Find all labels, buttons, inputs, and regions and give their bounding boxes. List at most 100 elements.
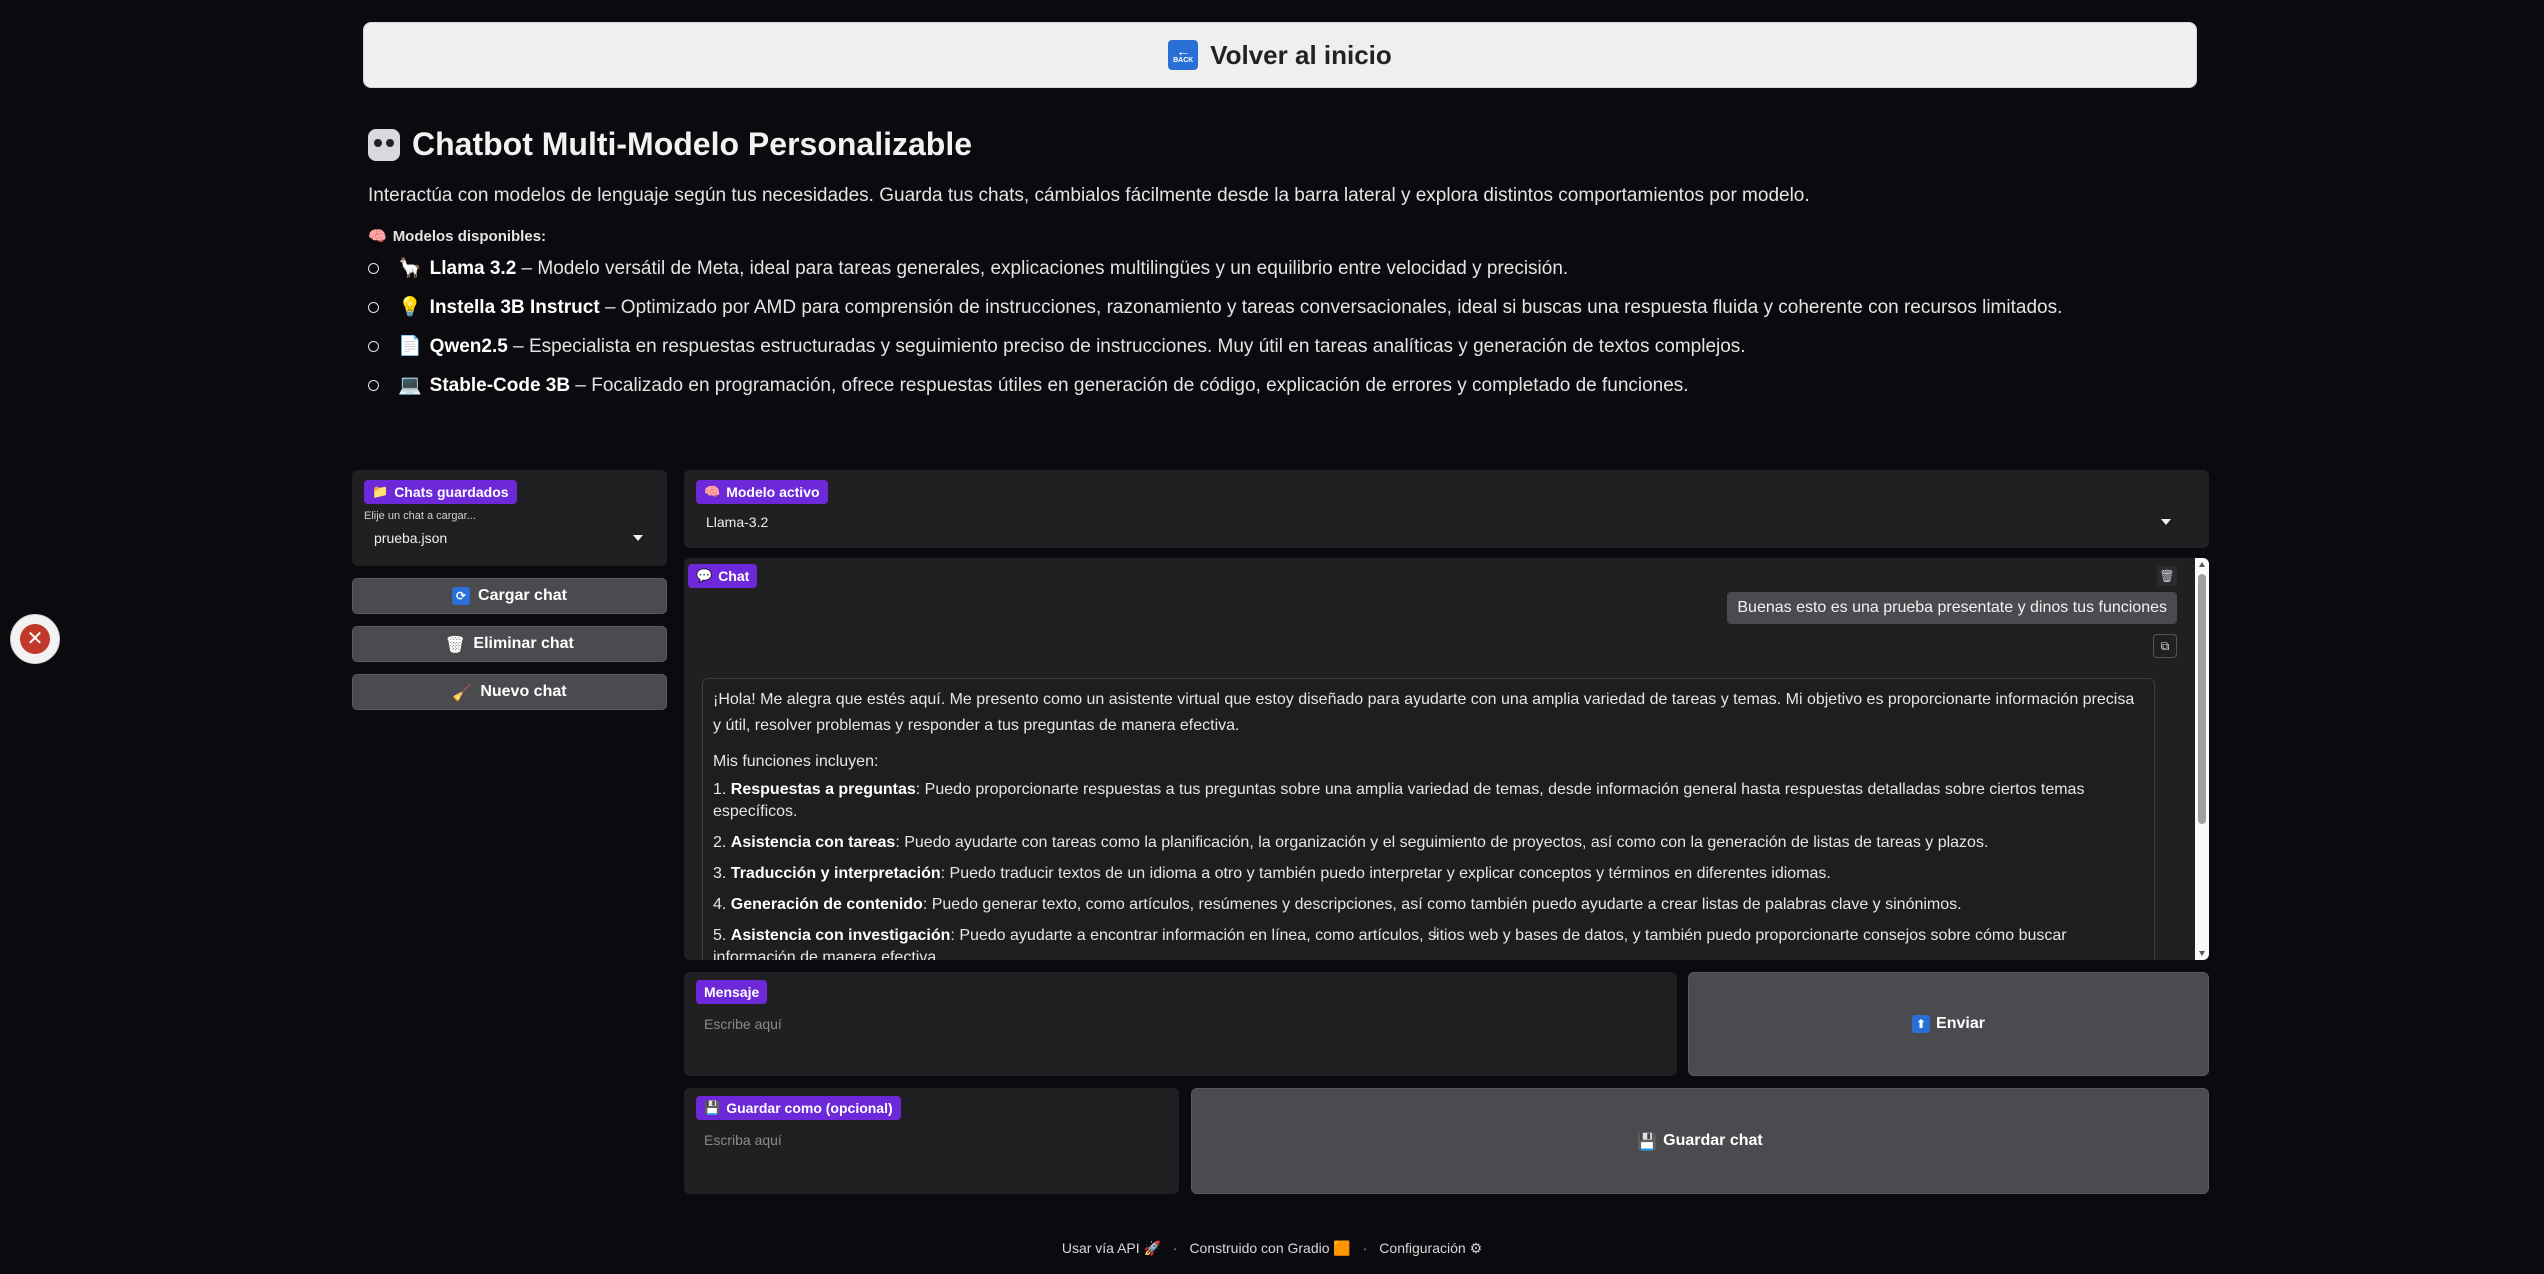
function-num: 4. <box>713 896 731 913</box>
delete-chat-button[interactable]: 🗑 Eliminar chat <box>352 626 667 662</box>
scroll-thumb[interactable] <box>2198 574 2206 824</box>
function-item: 5. Asistencia con investigación: Puedo a… <box>713 925 2144 960</box>
model-item-stable-code: 💻 Stable-Code 3B – Focalizado en programa… <box>368 370 2268 409</box>
lightbulb-icon: 💡 <box>398 296 422 318</box>
footer: Usar vía API 🚀 · Construido con Gradio 🟧… <box>0 1240 2544 1257</box>
chat-bubble-icon: 💬 <box>696 568 713 584</box>
separator: · <box>1362 1240 1368 1256</box>
model-item-instella: 💡 Instella 3B Instruct – Optimizado por A… <box>368 292 2268 331</box>
saved-chats-value: prueba.json <box>374 530 448 546</box>
delete-chat-label: Eliminar chat <box>473 635 574 652</box>
active-model-panel: 🧠 Modelo activo Llama-3.2 <box>684 470 2209 548</box>
use-api-link[interactable]: Usar vía API 🚀 <box>1062 1240 1161 1257</box>
function-item: 1. Respuestas a preguntas: Puedo proporc… <box>713 779 2144 823</box>
message-panel: Mensaje <box>684 972 1677 1076</box>
function-text: : Puedo traducir textos de un idioma a o… <box>940 865 1831 882</box>
close-icon: ✕ <box>20 624 50 654</box>
back-arrow-icon: ← BACK <box>1168 40 1199 70</box>
model-desc: – Optimizado por AMD para comprensión de… <box>599 297 2063 318</box>
llama-icon: 🦙 <box>398 257 422 279</box>
model-desc: – Focalizado en programación, ofrece res… <box>570 375 1689 396</box>
rocket-icon: 🚀 <box>1143 1241 1161 1257</box>
saved-chats-hint: Elije un chat a cargar... <box>364 510 476 522</box>
settings-text: Configuración <box>1379 1240 1466 1256</box>
gradio-logo-icon: 🟧 <box>1333 1241 1351 1257</box>
save-chat-button[interactable]: 💾 Guardar chat <box>1191 1088 2209 1194</box>
function-num: 5. <box>713 927 731 944</box>
function-text: : Puedo ayudarte con tareas como la plan… <box>895 834 1989 851</box>
page-title-text: Chatbot Multi-Modelo Personalizable <box>412 126 973 162</box>
active-model-label-text: Modelo activo <box>726 484 820 500</box>
page-title: Chatbot Multi-Modelo Personalizable <box>368 126 2268 163</box>
function-item: 4. Generación de contenido: Puedo genera… <box>713 894 2144 916</box>
chat-label: 💬 Chat <box>688 564 758 588</box>
function-title: Generación de contenido <box>730 896 923 913</box>
model-dropdown[interactable]: Llama-3.2 <box>696 514 2197 530</box>
save-as-label-text: Guardar como (opcional) <box>726 1100 893 1116</box>
send-button[interactable]: ⬆ Enviar <box>1688 972 2209 1076</box>
up-arrow-icon: ⬆ <box>1912 1015 1931 1033</box>
load-chat-label: Cargar chat <box>478 587 567 604</box>
chat-scrollbar[interactable] <box>2195 558 2209 960</box>
models-heading: 🧠 Modelos disponibles: <box>368 227 2268 245</box>
user-message: Buenas esto es una prueba presentate y d… <box>1727 592 2177 624</box>
page-description: Interactúa con modelos de lenguaje según… <box>368 185 1810 206</box>
model-name: Instella 3B Instruct <box>429 297 600 318</box>
laptop-icon: 💻 <box>398 374 422 396</box>
saved-chats-label: 📁 Chats guardados <box>364 480 517 504</box>
bot-message: ¡Hola! Me alegra que estés aquí. Me pres… <box>702 678 2155 960</box>
built-with-text: Construido con Gradio <box>1189 1240 1330 1256</box>
save-chat-label: Guardar chat <box>1663 1132 1763 1149</box>
document-icon: 📄 <box>398 335 422 357</box>
trash-icon: 🗑 <box>445 634 466 654</box>
page-header: Chatbot Multi-Modelo Personalizable Inte… <box>368 126 2268 409</box>
model-item-qwen: 📄 Qwen2.5 – Especialista en respuestas es… <box>368 331 2268 370</box>
model-name: Stable-Code 3B <box>429 375 571 396</box>
scroll-down-arrow-icon[interactable]: ↓ <box>1430 921 1440 944</box>
copy-icon[interactable]: ⧉ <box>2153 634 2177 658</box>
saved-chats-dropdown[interactable]: prueba.json <box>364 530 655 546</box>
models-heading-text: Modelos disponibles: <box>392 227 547 245</box>
brain-icon: 🧠 <box>368 227 387 245</box>
chevron-down-icon <box>633 535 643 541</box>
model-desc: – Modelo versátil de Meta, ideal para ta… <box>516 258 1569 279</box>
bot-intro: ¡Hola! Me alegra que estés aquí. Me pres… <box>713 691 2135 734</box>
save-icon: 💾 <box>704 1100 721 1116</box>
separator: · <box>1172 1240 1178 1256</box>
active-model-label: 🧠 Modelo activo <box>696 480 828 504</box>
save-as-input[interactable] <box>696 1132 1167 1148</box>
back-to-home-button[interactable]: ← BACK Volver al inicio <box>363 22 2197 88</box>
back-button-label: Volver al inicio <box>1210 39 1392 70</box>
folder-icon: 📁 <box>372 484 389 500</box>
function-title: Traducción y interpretación <box>730 865 941 882</box>
load-chat-button[interactable]: ⟳ Cargar chat <box>352 578 667 614</box>
function-num: 3. <box>713 865 731 882</box>
send-button-label: Enviar <box>1936 1015 1985 1032</box>
refresh-icon: ⟳ <box>452 587 471 605</box>
gear-icon: ⚙ <box>1469 1241 1483 1257</box>
function-text: : Puedo proporcionarte respuestas a tus … <box>713 781 2085 820</box>
brain-icon: 🧠 <box>704 484 721 500</box>
robot-icon <box>368 128 400 161</box>
message-input[interactable] <box>696 1016 1665 1032</box>
function-title: Respuestas a preguntas <box>730 781 916 798</box>
settings-link[interactable]: Configuración ⚙ <box>1379 1240 1483 1257</box>
saved-chats-panel: 📁 Chats guardados Elije un chat a cargar.… <box>352 470 667 566</box>
close-floating-button[interactable]: ✕ <box>10 614 60 664</box>
save-as-panel: 💾 Guardar como (opcional) <box>684 1088 1179 1194</box>
function-num: 1. <box>713 781 731 798</box>
model-name: Llama 3.2 <box>429 258 517 279</box>
chat-panel: 💬 Chat 🗑 Buenas esto es una prueba presen… <box>684 558 2209 960</box>
function-title: Asistencia con tareas <box>730 834 896 851</box>
function-num: 2. <box>713 834 731 851</box>
function-title: Asistencia con investigación <box>730 927 951 944</box>
built-with-gradio-link[interactable]: Construido con Gradio 🟧 <box>1189 1240 1351 1257</box>
new-chat-button[interactable]: 🧹 Nuevo chat <box>352 674 667 710</box>
bot-functions-heading: Mis funciones incluyen: <box>713 753 879 770</box>
new-chat-label: Nuevo chat <box>480 683 567 700</box>
model-desc: – Especialista en respuestas estructurad… <box>507 336 1746 357</box>
models-list: 🦙 Llama 3.2 – Modelo versátil de Meta, id… <box>368 253 2268 409</box>
broom-icon: 🧹 <box>452 682 473 702</box>
clear-chat-icon[interactable]: 🗑 <box>2157 566 2177 586</box>
function-text: : Puedo generar texto, como artículos, r… <box>922 896 1962 913</box>
